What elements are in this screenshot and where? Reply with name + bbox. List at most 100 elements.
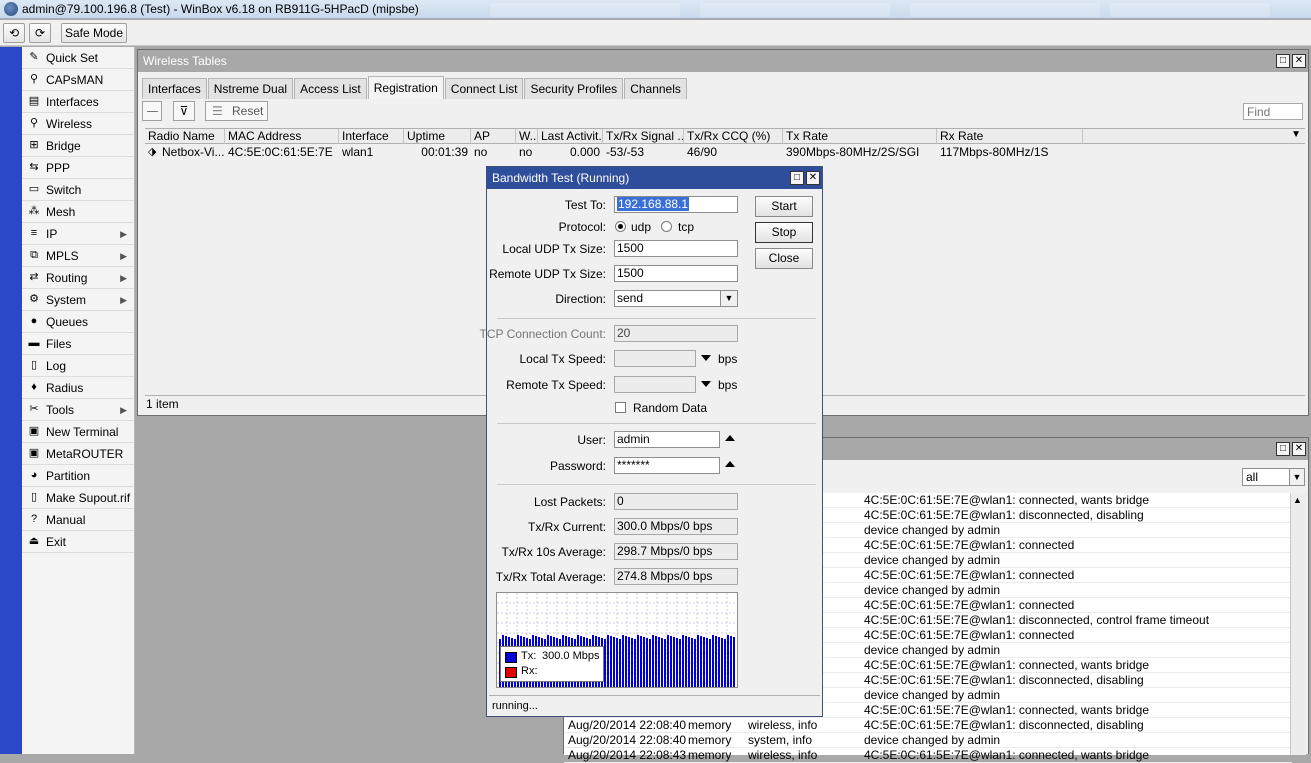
sidebar-item-manual[interactable]: ? Manual xyxy=(22,509,134,531)
column-header[interactable]: W... xyxy=(516,129,538,144)
tx-rx-current-label: Tx/Rx Current: xyxy=(527,520,606,534)
test-to-input[interactable]: 192.168.88.1 xyxy=(614,196,738,213)
table-cell: -53/-53 xyxy=(606,145,645,159)
sidebar-item-system[interactable]: ⚙ System ▶ xyxy=(22,289,134,311)
log-message: 4C:5E:0C:61:5E:7E@wlan1: disconnected, d… xyxy=(864,718,1144,732)
sidebar-item-log[interactable]: ▯ Log xyxy=(22,355,134,377)
sidebar-item-metarouter[interactable]: ▣ MetaROUTER xyxy=(22,443,134,465)
sidebar-item-queues[interactable]: ● Queues xyxy=(22,311,134,333)
winbox-brand-rail xyxy=(0,47,22,754)
tx-traffic-bar xyxy=(610,636,612,687)
tx-traffic-bar xyxy=(706,638,708,687)
scroll-up-icon[interactable]: ▲ xyxy=(1293,495,1302,505)
close-button[interactable]: Close xyxy=(755,248,813,269)
log-row[interactable]: 4C:5E:0C:61:5E:7E@wlan1: connected, want… xyxy=(564,748,1292,763)
local-tx-speed-input[interactable] xyxy=(614,350,696,367)
maximize-icon[interactable]: □ xyxy=(1276,442,1290,456)
tx-traffic-bar xyxy=(616,638,618,687)
reset-button[interactable]: ☰ Reset xyxy=(205,101,268,121)
tab-security-profiles[interactable]: Security Profiles xyxy=(524,78,624,99)
close-icon[interactable]: ✕ xyxy=(1292,54,1306,68)
sidebar-item-routing[interactable]: ⇄ Routing ▶ xyxy=(22,267,134,289)
sidebar-item-mpls[interactable]: ⧉ MPLS ▶ xyxy=(22,245,134,267)
tcp-connection-count-input[interactable]: 20 xyxy=(614,325,738,342)
tx-traffic-bar xyxy=(682,635,684,687)
mesh-icon: ⁂ xyxy=(28,205,40,217)
tab-channels[interactable]: Channels xyxy=(624,78,687,99)
sidebar-item-label: Log xyxy=(46,359,67,373)
local-udp-tx-size-input[interactable]: 1500 xyxy=(614,240,738,257)
log-message: 4C:5E:0C:61:5E:7E@wlan1: connected, want… xyxy=(864,658,1150,672)
sidebar-item-wireless[interactable]: ⚲ Wireless xyxy=(22,113,134,135)
sidebar-item-new-terminal[interactable]: ▣ New Terminal xyxy=(22,421,134,443)
tx-rx-total-average-label: Tx/Rx Total Average: xyxy=(495,570,606,584)
protocol-udp-radio[interactable] xyxy=(615,221,626,232)
sidebar-item-mesh[interactable]: ⁂ Mesh xyxy=(22,201,134,223)
find-input[interactable] xyxy=(1243,103,1303,120)
log-row[interactable]: 4C:5E:0C:61:5E:7E@wlan1: disconnected, d… xyxy=(564,718,1292,733)
protocol-tcp-radio[interactable] xyxy=(661,221,672,232)
column-chooser-icon[interactable]: ▼ xyxy=(1291,129,1301,140)
column-header[interactable]: AP xyxy=(471,129,516,144)
log-row[interactable]: device changed by admin Aug/20/2014 22:08… xyxy=(564,733,1292,748)
column-header[interactable]: Rx Rate xyxy=(937,129,1083,144)
user-input[interactable]: admin xyxy=(614,431,720,448)
close-icon[interactable]: ✕ xyxy=(1292,442,1306,456)
sidebar-item-interfaces[interactable]: ▤ Interfaces xyxy=(22,91,134,113)
sidebar-item-ppp[interactable]: ⇆ PPP xyxy=(22,157,134,179)
random-data-checkbox[interactable] xyxy=(615,402,626,413)
safe-mode-button[interactable]: Safe Mode xyxy=(61,23,127,43)
password-input[interactable]: ******* xyxy=(614,457,720,474)
column-header[interactable]: Uptime xyxy=(404,129,471,144)
filter-button[interactable]: ⊽ xyxy=(173,101,195,121)
sidebar-item-radius[interactable]: ♦ Radius xyxy=(22,377,134,399)
redo-button[interactable]: ⟳ xyxy=(29,23,51,43)
remote-tx-speed-input[interactable] xyxy=(614,376,696,393)
tab-registration[interactable]: Registration xyxy=(367,76,444,99)
antenna-icon: ⚲ xyxy=(29,73,39,85)
sidebar-item-ip[interactable]: ≡ IP ▶ xyxy=(22,223,134,245)
expand-down-icon[interactable] xyxy=(701,355,711,361)
stop-button[interactable]: Stop xyxy=(755,222,813,243)
maximize-icon[interactable]: □ xyxy=(1276,54,1290,68)
collapse-up-icon[interactable] xyxy=(725,435,735,441)
column-header[interactable]: Last Activit... xyxy=(538,129,603,144)
tab-interfaces[interactable]: Interfaces xyxy=(142,78,207,99)
sidebar-item-capsman[interactable]: ⚲ CAPsMAN xyxy=(22,69,134,91)
help-icon: ? xyxy=(30,513,38,525)
sidebar-item-label: Quick Set xyxy=(46,51,99,65)
table-row[interactable]: Netbox-Vi... 4C:5E:0C:61:5E:7E wlan1 00:01:… xyxy=(145,145,1305,160)
maximize-icon[interactable]: □ xyxy=(790,171,804,185)
collapse-up-icon[interactable] xyxy=(725,461,735,467)
column-header[interactable]: Tx/Rx CCQ (%) xyxy=(684,129,783,144)
sidebar-item-partition[interactable]: ◕ Partition xyxy=(22,465,134,487)
sidebar-item-label: PPP xyxy=(46,161,71,175)
tx-traffic-bar xyxy=(685,636,687,687)
expand-down-icon[interactable] xyxy=(701,381,711,387)
tab-connect-list[interactable]: Connect List xyxy=(444,78,524,99)
remote-udp-tx-size-input[interactable]: 1500 xyxy=(614,265,738,282)
close-icon[interactable]: ✕ xyxy=(806,171,820,185)
undo-button[interactable]: ⟲ xyxy=(3,23,25,43)
sidebar-item-quick-set[interactable]: ✎ Quick Set xyxy=(22,47,134,69)
sidebar-item-tools[interactable]: ✂ Tools ▶ xyxy=(22,399,134,421)
column-header[interactable]: MAC Address xyxy=(225,129,339,144)
log-scrollbar[interactable]: ▲ xyxy=(1290,493,1306,755)
column-header[interactable]: Tx Rate xyxy=(783,129,937,144)
log-filter-select[interactable]: all ▼ xyxy=(1242,468,1305,486)
column-header[interactable]: Radio Name xyxy=(145,129,225,144)
tx-traffic-bar xyxy=(640,636,642,687)
column-header[interactable]: Interface xyxy=(339,129,404,144)
column-header[interactable]: Tx/Rx Signal ... xyxy=(603,129,684,144)
tx-traffic-bar xyxy=(607,635,609,687)
sidebar-item-bridge[interactable]: ⊞ Bridge xyxy=(22,135,134,157)
tab-nstreme-dual[interactable]: Nstreme Dual xyxy=(207,78,294,99)
start-button[interactable]: Start xyxy=(755,196,813,217)
sidebar-item-switch[interactable]: ▭ Switch xyxy=(22,179,134,201)
sidebar-item-make-supout-rif[interactable]: ▯ Make Supout.rif xyxy=(22,487,134,509)
sidebar-item-files[interactable]: ▬ Files xyxy=(22,333,134,355)
remove-button[interactable] xyxy=(142,101,162,121)
tab-access-list[interactable]: Access List xyxy=(294,78,367,99)
direction-select[interactable]: send ▼ xyxy=(614,290,738,307)
sidebar-item-exit[interactable]: ⏏ Exit xyxy=(22,531,134,553)
